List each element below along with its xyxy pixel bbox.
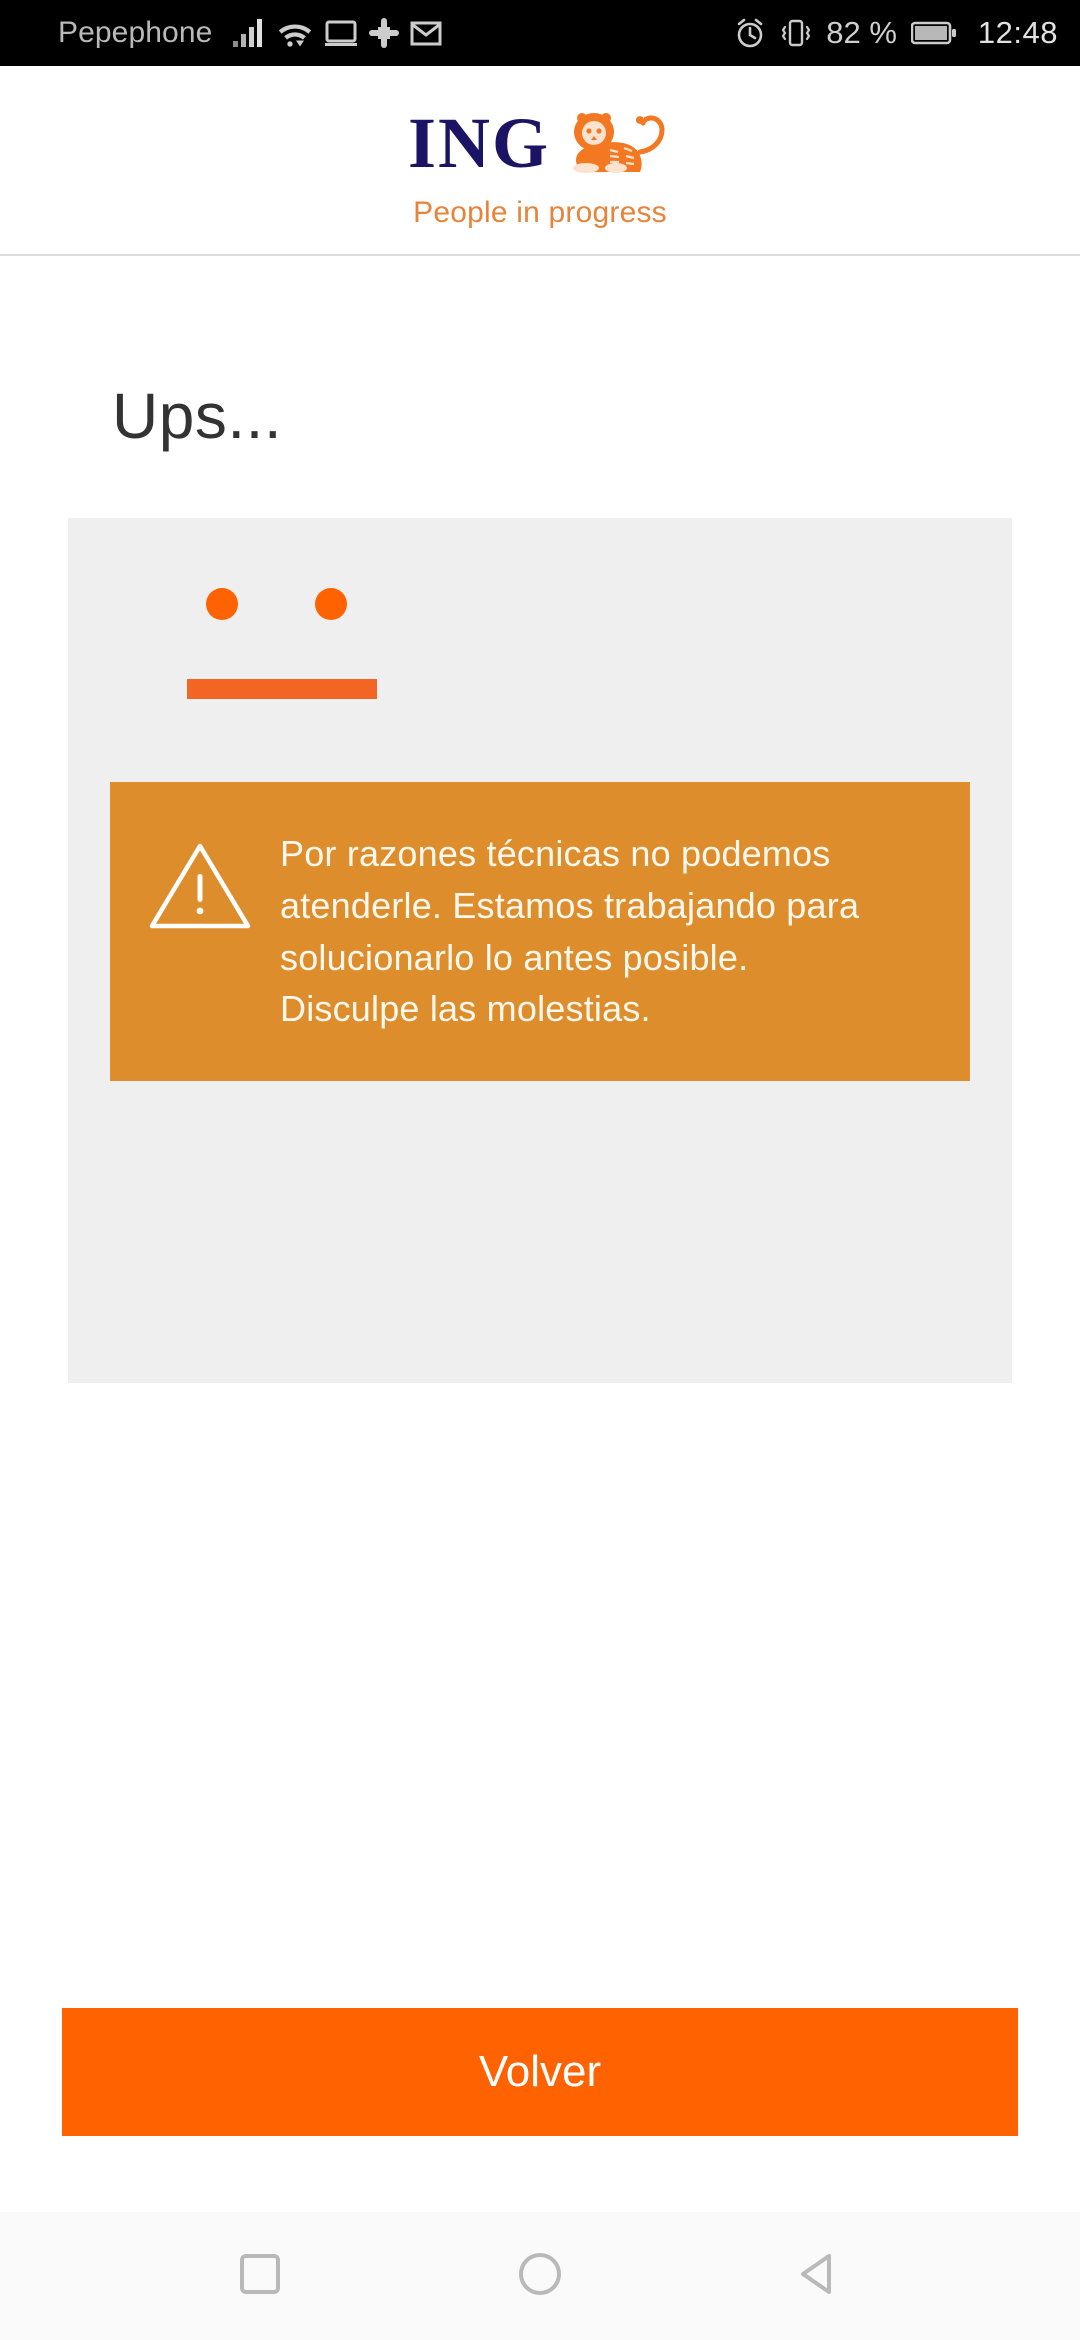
app-header: ING People in progress — [0, 66, 1080, 256]
back-nav-button[interactable] — [760, 2212, 880, 2340]
status-bar-left: Pepephone — [58, 16, 453, 50]
status-bar: Pepephone 82 % 12:48 — [0, 0, 1080, 66]
face-eye-right-icon — [315, 588, 347, 620]
ing-logo: ING — [408, 102, 672, 183]
alarm-icon — [734, 17, 766, 49]
battery-icon — [910, 20, 957, 46]
face-mouth-icon — [187, 679, 377, 699]
error-card: Por razones técnicas no podemos atenderl… — [68, 518, 1012, 1383]
clock-label: 12:48 — [977, 15, 1058, 50]
signal-icon — [232, 18, 266, 48]
ing-lion-icon — [564, 106, 672, 183]
gmail-icon — [410, 18, 442, 48]
battery-percent-label: 82 % — [826, 15, 897, 50]
brand-tagline: People in progress — [413, 196, 667, 229]
wifi-icon — [277, 18, 313, 48]
android-nav-bar — [0, 2212, 1080, 2340]
cast-screen-icon — [324, 18, 358, 48]
error-alert-banner: Por razones técnicas no podemos atenderl… — [110, 782, 970, 1082]
home-button[interactable] — [480, 2212, 600, 2340]
brand-wordmark: ING — [407, 102, 551, 183]
back-button[interactable]: Volver — [62, 2008, 1018, 2136]
carrier-label: Pepephone — [58, 16, 213, 49]
warning-triangle-icon — [146, 838, 254, 939]
square-recents-icon — [233, 2247, 287, 2306]
face-eye-left-icon — [206, 588, 238, 620]
vibrate-icon — [779, 17, 813, 49]
error-message: Por razones técnicas no podemos atenderl… — [280, 833, 860, 1030]
flex-spacer — [0, 1383, 1080, 2008]
sad-face-graphic — [140, 588, 1012, 748]
main-content: Ups... Por razones técnicas no podemos a… — [0, 256, 1080, 2212]
triangle-back-icon — [793, 2247, 847, 2306]
page-title: Ups... — [112, 380, 283, 452]
slack-icon — [369, 18, 400, 48]
phone-screen: Pepephone 82 % 12:48 ING People in progr… — [0, 0, 1080, 2340]
recents-button[interactable] — [200, 2212, 320, 2340]
circle-home-icon — [513, 2247, 567, 2306]
status-bar-right: 82 % 12:48 — [734, 15, 1058, 51]
